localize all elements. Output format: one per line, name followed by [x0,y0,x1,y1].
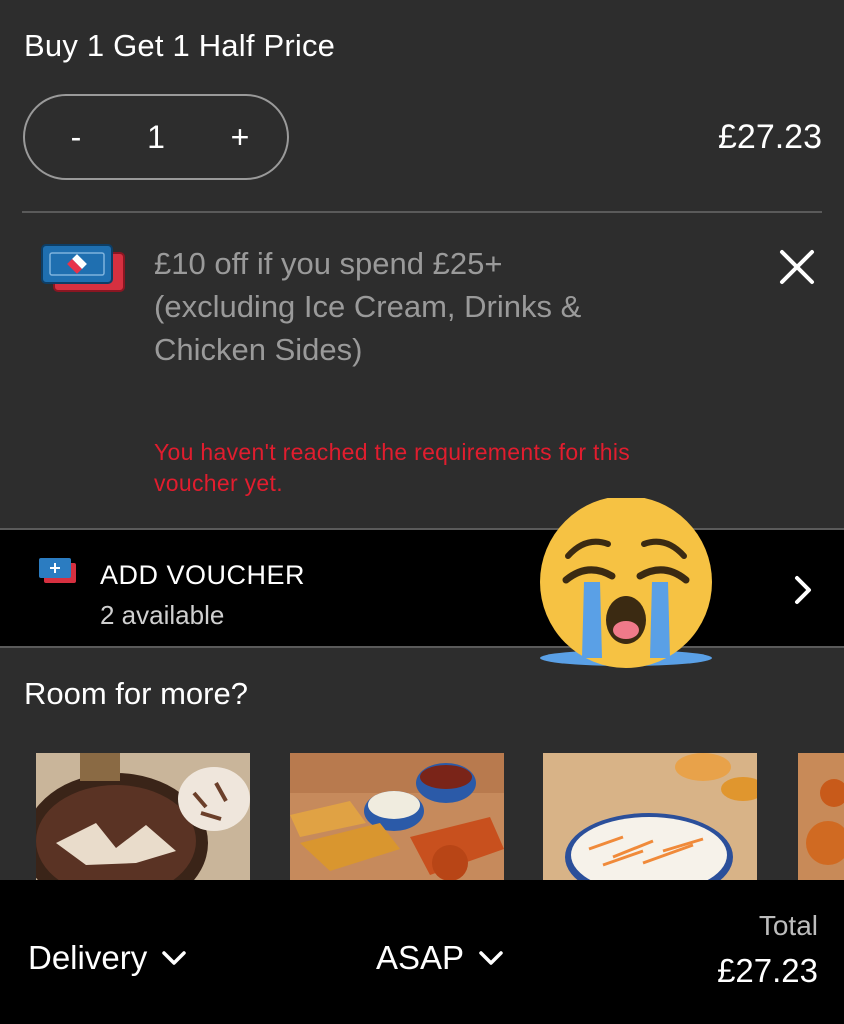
product-card-chicken-bites[interactable] [798,753,844,881]
chevron-down-icon [479,951,503,965]
chicken-bites-image [798,753,844,881]
voucher-line-1: £10 off if you spend £25+ [154,246,503,281]
divider [22,211,822,213]
voucher-plus-icon [39,558,76,583]
deal-title: Buy 1 Get 1 Half Price [24,28,336,63]
total-price: £27.23 [717,952,818,989]
error-line-1: You haven't reached the requirements for… [154,439,631,465]
chevron-down-icon [162,951,186,965]
ice-cream-image [36,753,250,881]
close-icon[interactable] [774,244,820,290]
quantity-stepper: - 1 + [23,94,289,180]
add-voucher-label: ADD VOUCHER [100,560,306,590]
coleslaw-image [543,753,757,881]
voucher-line-3: Chicken Sides) [154,332,363,367]
room-for-more-title: Room for more? [24,676,248,711]
voucher-error-message: You haven't reached the requirements for… [154,437,794,499]
vouchers-available-count: 2 available [100,600,225,630]
product-card-ice-cream[interactable] [36,753,250,881]
add-voucher-button[interactable]: ADD VOUCHER 2 available [0,528,844,648]
voucher-cards-icon [41,244,125,292]
chevron-right-icon [795,576,811,604]
delivery-time-dropdown[interactable]: ASAP [376,936,504,980]
error-line-2: voucher yet. [154,470,283,496]
delivery-time-label: ASAP [376,939,465,976]
product-card-chicken-strips[interactable] [290,753,504,881]
crying-face-emoji [540,498,712,668]
order-footer: Delivery ASAP Total £27.23 [0,880,844,1024]
total-label: Total [758,910,818,941]
voucher-description: £10 off if you spend £25+ (excluding Ice… [154,242,754,371]
increase-quantity-button[interactable]: + [205,96,275,178]
chicken-strips-image [290,753,504,881]
product-card-coleslaw[interactable] [543,753,757,881]
voucher-line-2: (excluding Ice Cream, Drinks & [154,289,582,324]
delivery-method-label: Delivery [28,939,148,976]
item-price: £27.23 [718,118,822,156]
delivery-method-dropdown[interactable]: Delivery [28,936,187,980]
